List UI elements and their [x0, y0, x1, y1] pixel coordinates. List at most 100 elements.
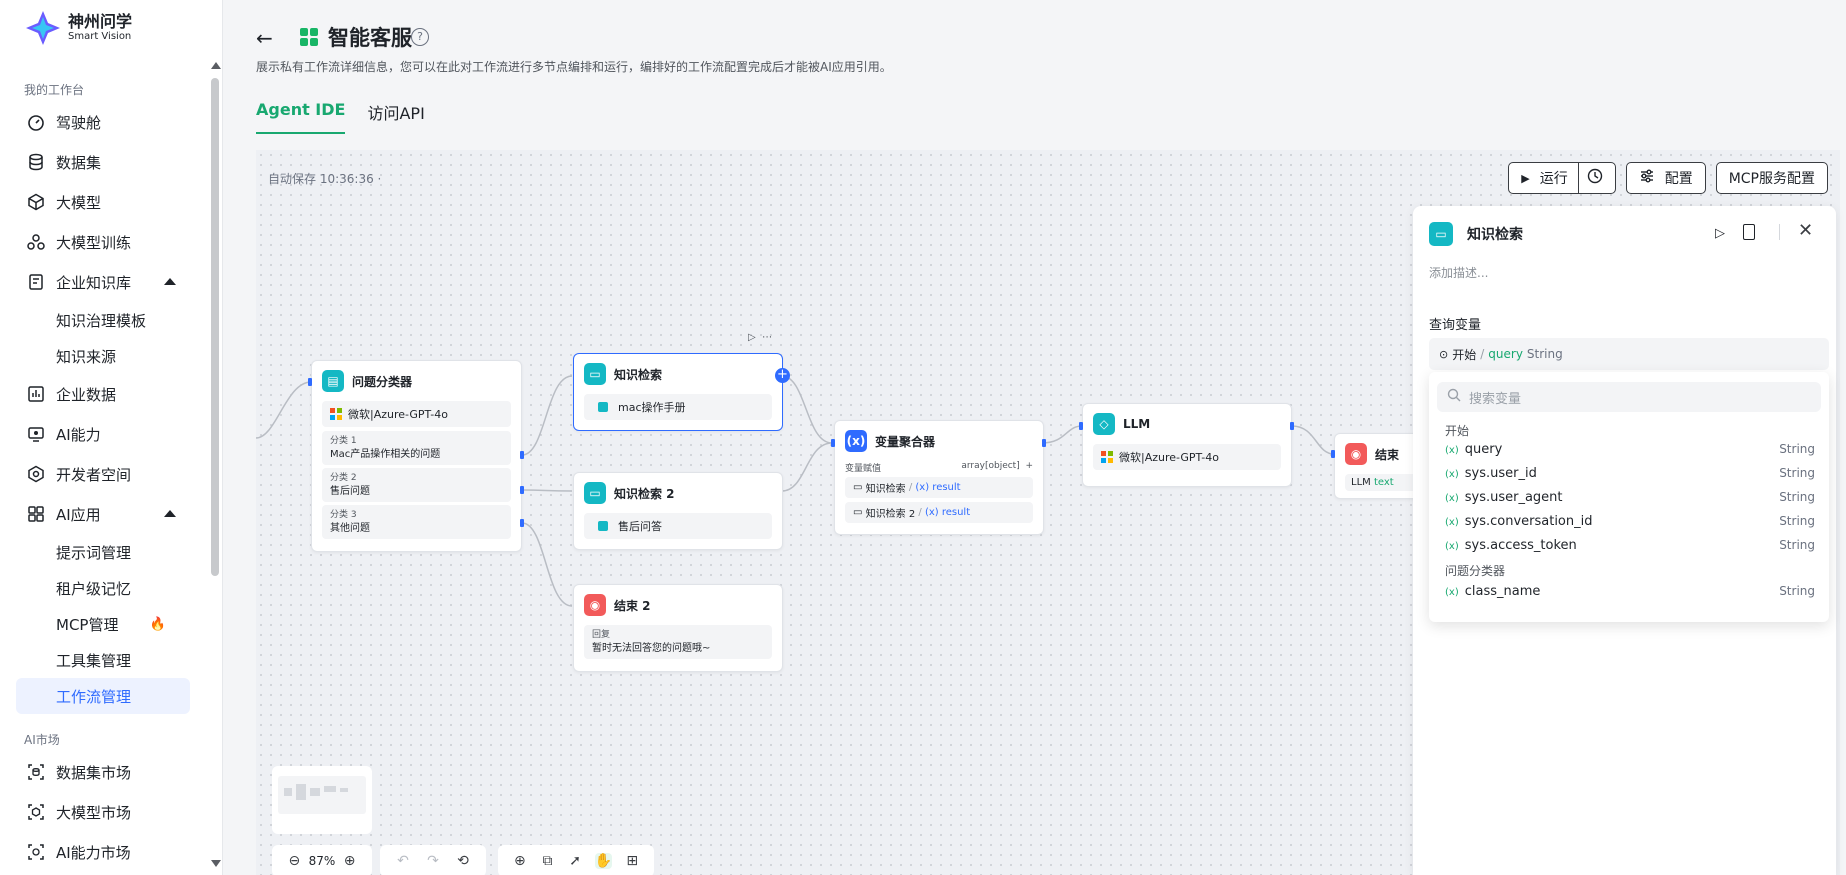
- node-handle[interactable]: [1331, 450, 1335, 458]
- history-icon[interactable]: ⟲: [454, 853, 472, 869]
- history-controls: ↶ ↷ ⟲: [380, 845, 486, 875]
- mcp-config-button[interactable]: MCP服务配置: [1715, 162, 1828, 194]
- sidebar-item-ai-apps[interactable]: AI应用: [0, 494, 206, 534]
- var-option[interactable]: (x) sys.conversation_id String: [1445, 514, 1815, 529]
- var-option[interactable]: (x) sys.user_agent String: [1445, 490, 1815, 505]
- sidebar-item-developer[interactable]: 开发者空间: [0, 454, 206, 494]
- query-variable-select[interactable]: ⊙ 开始 / query String: [1429, 338, 1829, 370]
- node-handle[interactable]: [520, 519, 524, 527]
- node-handle[interactable]: [520, 486, 524, 494]
- developer-icon: [26, 464, 46, 484]
- tab-agent-ide[interactable]: Agent IDE: [256, 100, 346, 134]
- run-node-icon[interactable]: ▷: [1715, 226, 1725, 241]
- page-title: 智能客服: [328, 26, 412, 50]
- sidebar-item-dataset[interactable]: 数据集: [0, 142, 206, 182]
- var-option[interactable]: (x) sys.user_id String: [1445, 466, 1815, 481]
- collapse-caret-icon[interactable]: [164, 510, 176, 517]
- minimap[interactable]: [272, 766, 372, 834]
- run-node-icon[interactable]: ▷: [748, 332, 756, 343]
- sidebar-sub-workflow[interactable]: 工作流管理: [16, 678, 190, 714]
- add-icon[interactable]: +: [1025, 461, 1033, 471]
- add-node-icon[interactable]: +: [775, 368, 790, 383]
- brand-title: 神州问学: [68, 12, 133, 31]
- book-icon: [598, 521, 608, 531]
- var-option[interactable]: (x) class_name String: [1445, 584, 1815, 599]
- sidebar-sub-memory[interactable]: 租户级记忆: [0, 570, 206, 606]
- sidebar-item-ai-capability[interactable]: AI能力: [0, 414, 206, 454]
- sidebar-item-model-market[interactable]: 大模型市场: [0, 792, 206, 832]
- hand-icon[interactable]: ✋: [594, 853, 613, 869]
- node-classifier[interactable]: ▤ 问题分类器 微软|Azure-GPT-4o 分类 1 Mac产品操作相关的问…: [311, 360, 522, 552]
- help-icon[interactable]: ?: [411, 28, 429, 46]
- node-handle[interactable]: [1079, 422, 1083, 430]
- sidebar-item-knowledge[interactable]: 企业知识库: [0, 262, 206, 302]
- back-arrow-icon[interactable]: ←: [256, 26, 280, 50]
- logo-icon: [24, 9, 62, 47]
- ai-market-icon: [26, 842, 46, 862]
- edge: [1291, 425, 1335, 455]
- sidebar-item-dataset-market[interactable]: 数据集市场: [0, 752, 206, 792]
- layout-icon[interactable]: ⊞: [624, 853, 640, 869]
- doc-icon[interactable]: [1743, 224, 1755, 240]
- history-icon[interactable]: [1587, 168, 1603, 188]
- node-llm[interactable]: ◇ LLM 微软|Azure-GPT-4o: [1082, 403, 1292, 487]
- sidebar-item-enterprise-data[interactable]: 企业数据: [0, 374, 206, 414]
- var-tag-icon: (x): [915, 482, 933, 493]
- panel-description[interactable]: 添加描述...: [1429, 264, 1488, 281]
- query-type: String: [1526, 347, 1563, 361]
- sidebar-item-label: AI能力: [56, 425, 101, 444]
- sidebar-item-dashboard[interactable]: 驾驶舱: [0, 102, 206, 142]
- close-icon[interactable]: ✕: [1798, 220, 1813, 241]
- microsoft-logo-icon: [1101, 451, 1113, 463]
- run-button[interactable]: ▶ 运行: [1508, 162, 1616, 194]
- scroll-up-icon[interactable]: [211, 62, 221, 69]
- sidebar-sub-mcp[interactable]: MCP管理 🔥: [0, 606, 206, 642]
- knowledge-item: mac操作手册: [584, 394, 772, 420]
- sidebar-sub-prompt[interactable]: 提示词管理: [0, 534, 206, 570]
- variable-search-input[interactable]: 搜索变量: [1437, 382, 1821, 412]
- pointer-icon[interactable]: ➚: [567, 853, 583, 869]
- assign-label: 变量赋值: [845, 464, 882, 474]
- more-icon[interactable]: ⋯: [762, 332, 772, 343]
- node-knowledge-2[interactable]: ▭ 知识检索 2 售后问答: [573, 472, 783, 550]
- node-end-2[interactable]: ◉ 结束 2 回复 暂时无法回答您的问题哦~: [573, 584, 783, 672]
- sidebar-scrollbar[interactable]: [211, 78, 219, 576]
- sidebar-item-training[interactable]: 大模型训练: [0, 222, 206, 262]
- sidebar-item-ai-market[interactable]: AI能力市场: [0, 832, 206, 872]
- zoom-out-icon[interactable]: ⊖: [284, 853, 305, 869]
- zoom-in-icon[interactable]: ⊕: [339, 853, 360, 869]
- node-aggregator[interactable]: (x) 变量聚合器 变量赋值 array[object] + ▭ 知识检索 / …: [834, 420, 1044, 535]
- sidebar-sub-toolset[interactable]: 工具集管理: [0, 642, 206, 678]
- add-node-icon[interactable]: ⊕: [512, 853, 528, 869]
- model-market-icon: [26, 802, 46, 822]
- fire-icon: 🔥: [149, 616, 166, 632]
- note-icon[interactable]: ⧉: [540, 853, 556, 869]
- sidebar-sub-knowledge-source[interactable]: 知识来源: [0, 338, 206, 374]
- workflow-app-icon: [300, 28, 318, 46]
- tab-api[interactable]: 访问API: [367, 100, 424, 134]
- query-separator: /: [1480, 347, 1485, 361]
- config-button[interactable]: 配置: [1625, 162, 1706, 194]
- redo-icon[interactable]: ↷: [424, 853, 442, 869]
- collapse-caret-icon[interactable]: [164, 278, 176, 285]
- sidebar-item-model[interactable]: 大模型: [0, 182, 206, 222]
- node-handle[interactable]: [308, 378, 312, 386]
- reply-text: 暂时无法回答您的问题哦~: [592, 643, 711, 654]
- search-placeholder: 搜索变量: [1469, 391, 1522, 407]
- node-handle[interactable]: [831, 439, 835, 447]
- var-option[interactable]: (x) query String: [1445, 442, 1815, 457]
- dataset-market-icon: [26, 762, 46, 782]
- var-option[interactable]: (x) sys.access_token String: [1445, 538, 1815, 553]
- knowledge-item-label: 售后问答: [618, 520, 662, 533]
- edge: [521, 489, 573, 492]
- node-handle[interactable]: [1290, 422, 1294, 430]
- node-handle[interactable]: [520, 451, 524, 459]
- brand-logo[interactable]: 神州问学 Smart Vision: [24, 8, 132, 48]
- node-config-panel: ▭ 知识检索 ▷ ✕ 添加描述... 查询变量 ⊙ 开始 / query Str…: [1413, 206, 1836, 875]
- node-knowledge-1[interactable]: ▭ 知识检索 mac操作手册: [573, 353, 783, 431]
- node-handle[interactable]: [1042, 439, 1046, 447]
- sidebar-item-label: 大模型训练: [56, 233, 132, 252]
- undo-icon[interactable]: ↶: [394, 853, 412, 869]
- scroll-down-icon[interactable]: [211, 860, 221, 867]
- sidebar-sub-knowledge-template[interactable]: 知识治理模板: [0, 302, 206, 338]
